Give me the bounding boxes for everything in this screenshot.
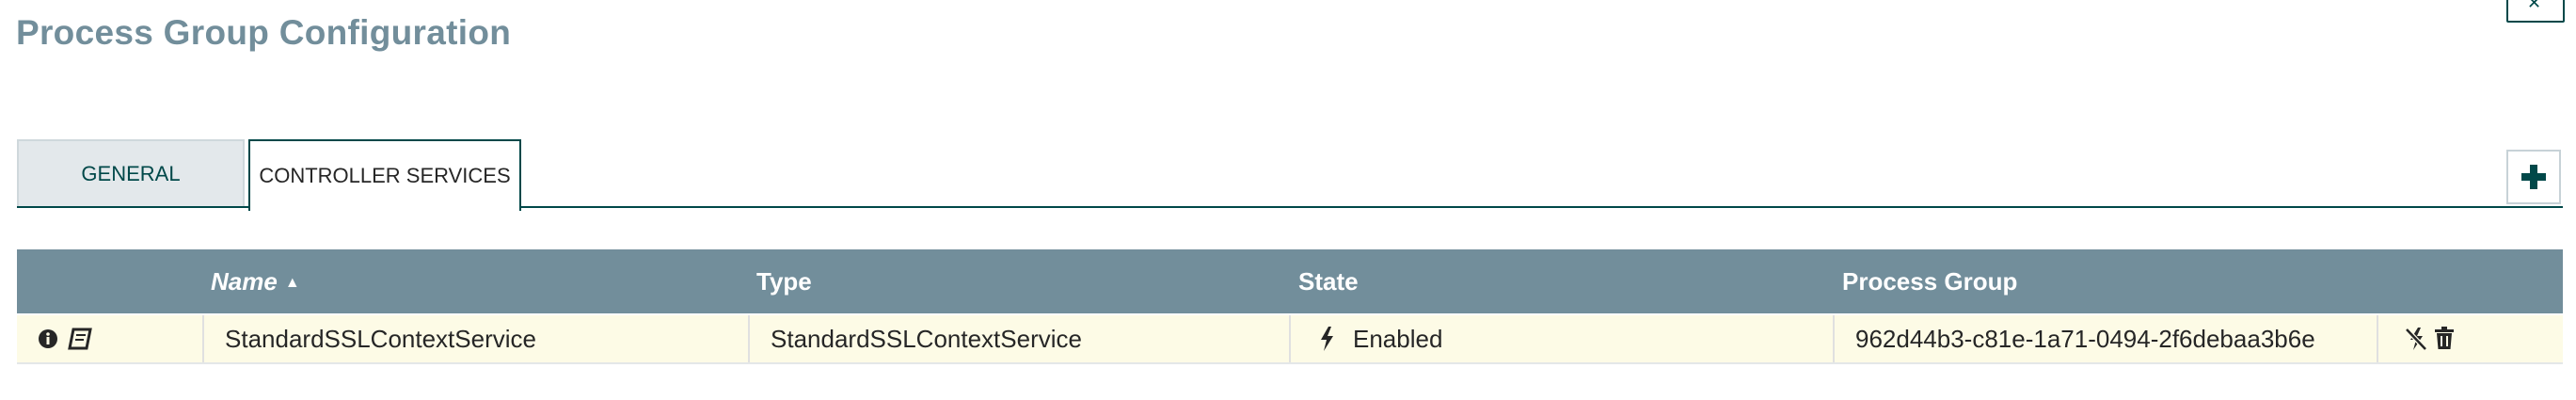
row-icons-cell [17, 315, 202, 362]
tab-general[interactable]: GENERAL [17, 139, 245, 207]
column-header-name-label: Name [211, 267, 278, 296]
table-header: Name ▲ Type State Process Group [17, 249, 2563, 313]
service-type: StandardSSLContextService [771, 325, 1082, 353]
row-actions-cell [2377, 315, 2563, 362]
column-header-name[interactable]: Name ▲ [211, 249, 300, 313]
plus-icon [2521, 165, 2546, 189]
row-state-cell: Enabled [1289, 315, 1833, 362]
process-group-id: 962d44b3-c81e-1a71-0494-2f6debaa3b6e [1855, 325, 2315, 353]
tab-divider-gap [250, 205, 519, 209]
column-header-state-label: State [1298, 267, 1359, 296]
column-header-type[interactable]: Type [756, 249, 812, 313]
sort-ascending-icon: ▲ [284, 275, 300, 292]
row-name-cell: StandardSSLContextService [202, 315, 748, 362]
delete-icon[interactable] [2435, 327, 2454, 349]
table-row[interactable]: StandardSSLContextService StandardSSLCon… [17, 315, 2563, 364]
tab-general-label: GENERAL [81, 162, 181, 185]
row-type-cell: StandardSSLContextService [748, 315, 1289, 362]
add-controller-service-button[interactable] [2506, 150, 2561, 204]
service-name: StandardSSLContextService [225, 325, 536, 353]
column-header-state[interactable]: State [1298, 249, 1359, 313]
close-button[interactable]: ✕ [2506, 0, 2565, 23]
close-icon: ✕ [2527, 0, 2542, 12]
column-header-type-label: Type [756, 267, 812, 296]
column-header-process-group-label: Process Group [1842, 267, 2018, 296]
lightning-icon [1321, 327, 1333, 351]
service-state: Enabled [1353, 325, 1443, 353]
column-header-process-group[interactable]: Process Group [1842, 249, 2017, 313]
tab-controller-services[interactable]: CONTROLLER SERVICES [248, 139, 521, 211]
tab-controller-services-label: CONTROLLER SERVICES [259, 164, 511, 187]
row-process-group-cell: 962d44b3-c81e-1a71-0494-2f6debaa3b6e [1833, 315, 2377, 362]
documentation-icon[interactable] [68, 328, 92, 350]
disable-icon[interactable] [2405, 327, 2427, 351]
info-icon[interactable] [38, 328, 58, 349]
page-title: Process Group Configuration [16, 13, 512, 52]
